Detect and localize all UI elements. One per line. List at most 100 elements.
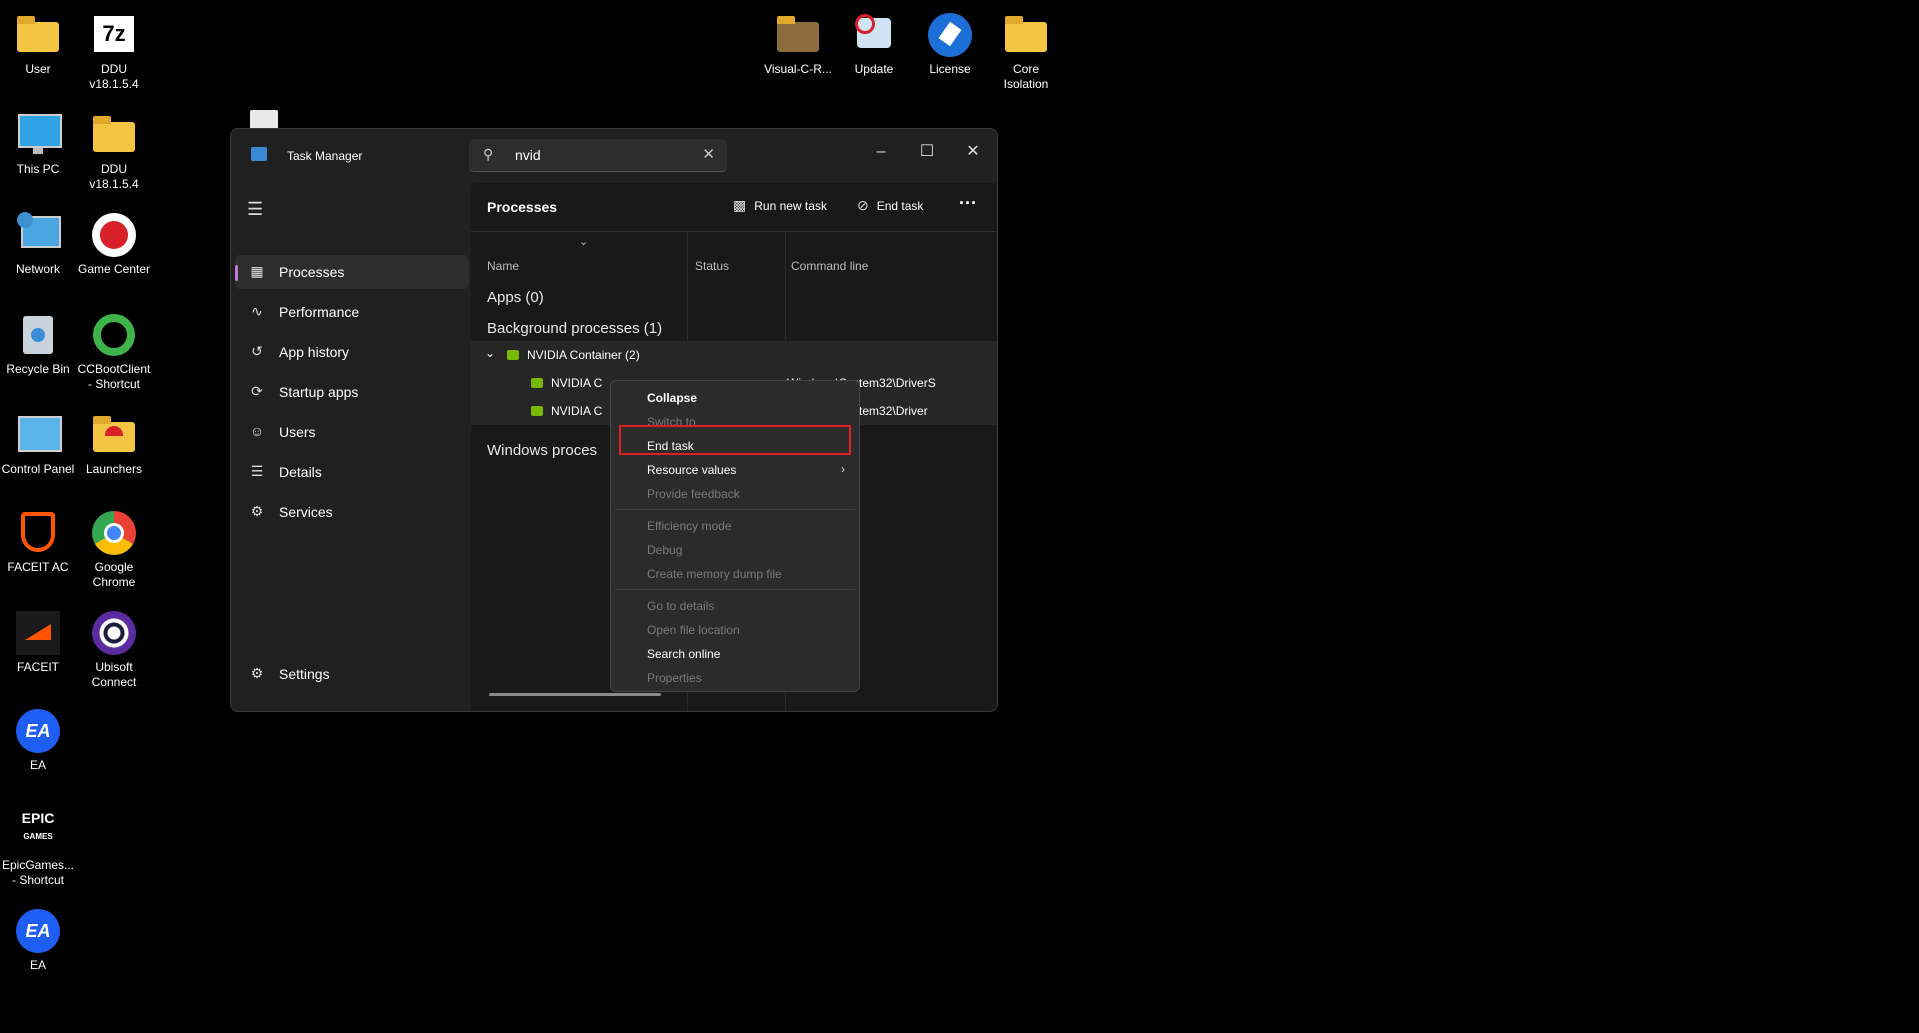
sidebar-item-label: App history xyxy=(279,344,350,360)
desktop-icon-this-pc[interactable]: This PC xyxy=(0,112,76,177)
process-name: NVIDIA Container (2) xyxy=(527,348,640,362)
desktop-icon-chrome[interactable]: Google Chrome xyxy=(76,510,152,590)
chrome-icon xyxy=(91,510,137,556)
menu-item-end-task[interactable]: End task xyxy=(647,439,694,453)
desktop-icon-ddu-7z[interactable]: 7z DDU v18.1.5.4 xyxy=(76,12,152,92)
process-name: NVIDIA C xyxy=(551,376,603,390)
7zip-icon: 7z xyxy=(91,12,137,58)
search-input[interactable]: nvid xyxy=(515,147,541,163)
hamburger-menu-icon[interactable]: ☰ xyxy=(247,199,263,220)
search-box[interactable]: ⚲ nvid ✕ xyxy=(469,139,727,172)
sidebar-item-label: Performance xyxy=(279,304,360,320)
menu-item-provide-feedback: Provide feedback xyxy=(647,487,740,501)
sidebar-item-users[interactable]: ☺ Users xyxy=(235,415,469,449)
desktop-icon-update[interactable]: Update xyxy=(836,12,912,77)
faceit-icon xyxy=(15,610,61,656)
desktop-icon-faceit[interactable]: FACEIT xyxy=(0,610,76,675)
menu-item-search-online[interactable]: Search online xyxy=(647,647,720,661)
sidebar-item-performance[interactable]: ∿ Performance xyxy=(235,295,469,329)
desktop-icon-label: Launchers xyxy=(85,462,143,476)
desktop-icon-epic-games[interactable]: EPIC GAMES EpicGames... - Shortcut xyxy=(0,808,76,888)
group-apps: Apps (0) xyxy=(487,289,544,306)
context-menu: Collapse Switch to End task Resource val… xyxy=(610,380,860,692)
sidebar-item-details[interactable]: ☰ Details xyxy=(235,455,469,489)
folder-icon xyxy=(775,12,821,58)
nvidia-icon xyxy=(531,406,543,416)
sort-chevron-icon[interactable]: ⌄ xyxy=(579,235,588,248)
desktop-icon-label: DDU v18.1.5.4 xyxy=(89,162,139,191)
menu-item-properties: Properties xyxy=(647,671,702,685)
sidebar-item-label: Details xyxy=(279,464,322,480)
desktop-icon-label: Visual-C-R... xyxy=(764,62,832,76)
desktop-icon-launchers[interactable]: Launchers xyxy=(76,412,152,477)
menu-separator xyxy=(615,509,855,510)
run-task-icon: ▩ xyxy=(733,197,747,213)
menu-item-open-file-location: Open file location xyxy=(647,623,740,637)
desktop-icon-control-panel[interactable]: Control Panel xyxy=(0,412,76,477)
desktop-icon-label: Ubisoft Connect xyxy=(91,660,137,689)
desktop-icon-recycle-bin[interactable]: Recycle Bin xyxy=(0,312,76,377)
desktop-icon-ubisoft[interactable]: Ubisoft Connect xyxy=(76,610,152,690)
menu-separator xyxy=(615,589,855,590)
nvidia-icon xyxy=(531,378,543,388)
desktop-icon-label: EA xyxy=(29,958,46,972)
expand-chevron-icon[interactable]: ⌄ xyxy=(485,346,495,360)
horizontal-scrollbar[interactable] xyxy=(489,693,661,696)
ubisoft-icon xyxy=(91,610,137,656)
desktop-icon-user[interactable]: User xyxy=(0,12,76,77)
run-new-task-label: Run new task xyxy=(754,199,827,213)
column-header-status[interactable]: Status xyxy=(695,259,729,273)
run-new-task-button[interactable]: ▩ Run new task xyxy=(733,197,827,219)
desktop-icon-core-isolation[interactable]: Core Isolation xyxy=(988,12,1064,92)
desktop-icon-faceit-ac[interactable]: FACEIT AC xyxy=(0,510,76,575)
title-bar[interactable]: Task Manager ⚲ nvid ✕ – ☐ ✕ xyxy=(231,129,997,183)
folder-icon xyxy=(91,112,137,158)
desktop-icon-license[interactable]: License xyxy=(912,12,988,77)
details-icon: ☰ xyxy=(250,463,264,479)
column-header-command-line[interactable]: Command line xyxy=(791,259,868,273)
desktop-icon-ccboot[interactable]: CCBootClient - Shortcut xyxy=(76,312,152,392)
recycle-bin-icon xyxy=(15,312,61,358)
end-task-button[interactable]: ⊘ End task xyxy=(857,197,923,219)
window-title: Task Manager xyxy=(287,149,363,163)
close-button[interactable]: ✕ xyxy=(951,137,995,167)
sidebar-item-label: Services xyxy=(279,504,333,520)
maximize-button[interactable]: ☐ xyxy=(905,137,949,167)
more-options-button[interactable]: ··· xyxy=(959,193,977,215)
column-header-name[interactable]: Name xyxy=(487,259,519,273)
process-name: NVIDIA C xyxy=(551,404,603,418)
desktop-icon-ea-2[interactable]: EA EA xyxy=(0,908,76,973)
desktop-icon-game-center[interactable]: Game Center xyxy=(76,212,152,277)
desktop-icon-label: EA xyxy=(29,758,46,772)
clear-search-icon[interactable]: ✕ xyxy=(702,145,715,163)
sidebar-item-settings[interactable]: ⚙ Settings xyxy=(235,657,469,691)
sidebar-item-startup-apps[interactable]: ⟳ Startup apps xyxy=(235,375,469,409)
menu-item-resource-values[interactable]: Resource values xyxy=(647,463,736,477)
minimize-button[interactable]: – xyxy=(859,137,903,167)
group-windows-processes: Windows proces xyxy=(487,442,598,459)
game-center-icon xyxy=(91,212,137,258)
menu-item-efficiency-mode: Efficiency mode xyxy=(647,519,732,533)
desktop-icon-label: Control Panel xyxy=(1,462,75,476)
network-icon xyxy=(15,212,61,258)
faceit-ac-icon xyxy=(15,510,61,556)
ccboot-icon xyxy=(91,312,137,358)
settings-gear-icon: ⚙ xyxy=(250,665,264,681)
desktop-icon-label: This PC xyxy=(16,162,60,176)
desktop-icon-network[interactable]: Network xyxy=(0,212,76,277)
sidebar-item-label: Users xyxy=(279,424,316,440)
desktop-icon-ddu-folder[interactable]: DDU v18.1.5.4 xyxy=(76,112,152,192)
sidebar-item-services[interactable]: ⚙ Services xyxy=(235,495,469,529)
license-icon xyxy=(927,12,973,58)
sidebar-item-app-history[interactable]: ↺ App history xyxy=(235,335,469,369)
sidebar-item-label: Settings xyxy=(279,666,330,682)
desktop-icon-label: Network xyxy=(15,262,60,276)
folder-icon xyxy=(91,412,137,458)
menu-item-create-memory-dump: Create memory dump file xyxy=(647,567,782,581)
desktop-icon-label: FACEIT AC xyxy=(7,560,69,574)
desktop-icon-visual-c[interactable]: Visual-C-R... xyxy=(760,12,836,77)
table-row-nvidia-container[interactable]: ⌄ NVIDIA Container (2) xyxy=(471,341,997,369)
desktop-icon-ea[interactable]: EA EA xyxy=(0,708,76,773)
sidebar-item-processes[interactable]: ▦ Processes xyxy=(235,255,469,289)
menu-item-collapse[interactable]: Collapse xyxy=(647,391,697,405)
